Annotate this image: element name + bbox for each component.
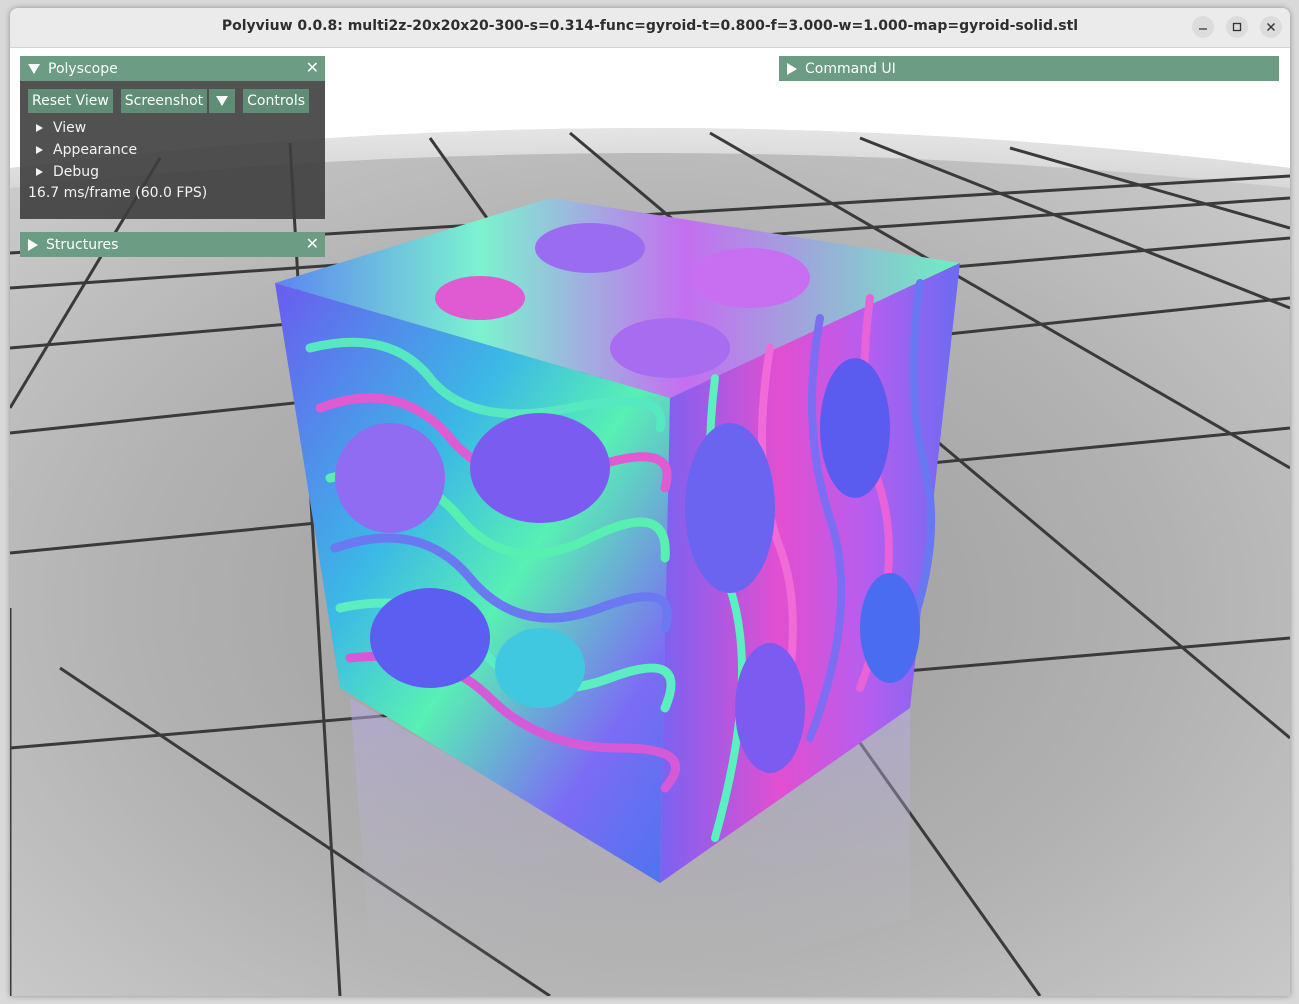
expand-triangle-icon[interactable]	[28, 238, 38, 251]
expand-triangle-icon	[36, 168, 43, 176]
close-icon[interactable]	[1260, 16, 1282, 38]
tree-item-debug[interactable]: Debug	[20, 161, 325, 183]
tree-item-label: View	[53, 120, 87, 136]
polyscope-panel-header[interactable]: Polyscope ✕	[20, 56, 325, 81]
title-bar[interactable]: Polyviuw 0.0.8: multi2z-20x20x20-300-s=0…	[10, 8, 1290, 48]
close-icon[interactable]: ✕	[306, 59, 319, 77]
command-ui-panel-title: Command UI	[805, 60, 896, 77]
structures-panel: Structures ✕	[20, 232, 325, 257]
expand-triangle-icon	[36, 124, 43, 132]
command-ui-panel: Command UI	[779, 56, 1279, 81]
maximize-icon[interactable]	[1226, 16, 1248, 38]
structures-panel-header[interactable]: Structures ✕	[20, 232, 325, 257]
3d-viewport[interactable]: Polyscope ✕ Reset View Screenshot Contro…	[10, 48, 1290, 996]
screenshot-dropdown-icon[interactable]	[209, 89, 236, 113]
polyscope-panel-title: Polyscope	[48, 60, 118, 77]
tree-item-label: Debug	[53, 164, 100, 180]
expand-triangle-icon[interactable]	[787, 62, 797, 75]
expand-triangle-icon	[36, 146, 43, 154]
controls-button[interactable]: Controls	[243, 89, 310, 113]
tree-item-appearance[interactable]: Appearance	[20, 139, 325, 161]
minimize-icon[interactable]	[1192, 16, 1214, 38]
app-window: Polyviuw 0.0.8: multi2z-20x20x20-300-s=0…	[10, 8, 1290, 996]
window-title: Polyviuw 0.0.8: multi2z-20x20x20-300-s=0…	[221, 18, 1079, 34]
polyscope-panel: Polyscope ✕ Reset View Screenshot Contro…	[20, 56, 325, 219]
structures-panel-title: Structures	[46, 236, 119, 253]
tree-item-label: Appearance	[53, 142, 138, 158]
reset-view-button[interactable]: Reset View	[28, 89, 113, 113]
tree-item-view[interactable]: View	[20, 117, 325, 139]
screenshot-button[interactable]: Screenshot	[120, 89, 208, 113]
fps-readout: 16.7 ms/frame (60.0 FPS)	[28, 185, 208, 201]
command-ui-panel-header[interactable]: Command UI	[779, 56, 1279, 81]
collapse-triangle-icon[interactable]	[28, 63, 40, 74]
close-icon[interactable]: ✕	[306, 235, 319, 253]
